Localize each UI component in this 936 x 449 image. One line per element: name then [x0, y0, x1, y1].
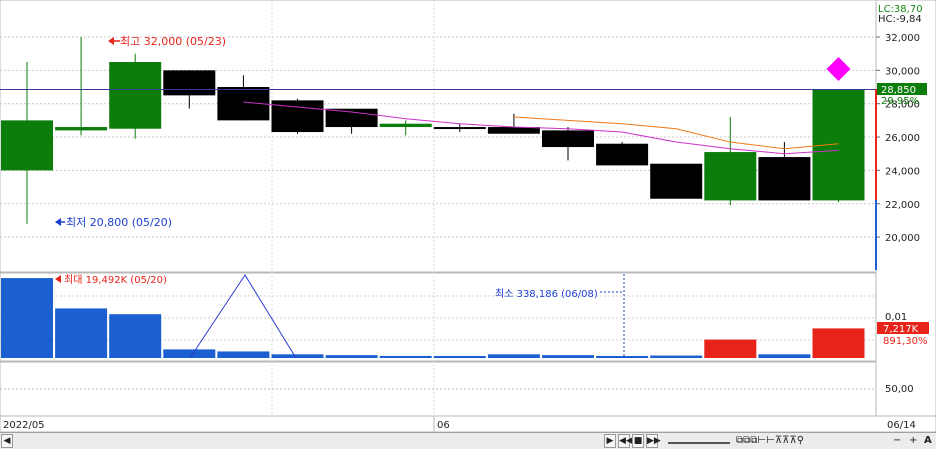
stock-chart: 32,00030,00028,00026,00024,00022,00020,0…	[0, 0, 936, 433]
volume-bar	[596, 356, 649, 358]
chart-tools-icon[interactable]: ⧉⧉⧉⊢⊢⊼⊼⊼⚲	[736, 434, 804, 448]
date-start: 2022/05	[3, 420, 45, 431]
current-price: 28,850	[881, 85, 916, 96]
zoom-in-icon[interactable]: +	[909, 434, 917, 448]
volume-bar	[1, 278, 53, 358]
volume-bar	[55, 308, 108, 358]
volume-bar	[758, 354, 811, 358]
date-end: 06/14	[887, 420, 916, 431]
font-size-icon[interactable]: A	[924, 434, 932, 448]
volume-bar	[704, 339, 757, 358]
zoom-out-icon[interactable]: −	[893, 434, 901, 448]
candle-body	[55, 127, 108, 131]
candle-body	[650, 163, 703, 199]
candle-body	[379, 123, 432, 128]
current-volume: 7,217K	[883, 324, 919, 335]
volume-bar	[379, 355, 432, 358]
current-pct: 29,95%	[881, 96, 919, 107]
vol-min-label: 최소 338,186 (06/08)	[495, 288, 598, 300]
zoom-slider[interactable]	[668, 434, 730, 444]
price-tick-label: 26,000	[885, 133, 920, 144]
volume-bar	[542, 355, 594, 358]
candle-body	[758, 157, 811, 201]
candle-body	[433, 127, 486, 130]
scroll-right-icon[interactable]: ▶	[604, 434, 616, 448]
volume-bar	[163, 349, 216, 358]
vol-max-label: 최대 19,492K (05/20)	[64, 274, 167, 286]
volume-max-annotation: 최대 19,492K (05/20)	[55, 274, 167, 286]
volume-bar	[271, 354, 324, 358]
candle-body	[704, 152, 757, 201]
volume-bar	[433, 356, 486, 358]
low-annotation: 최저 20,800 (05/20)	[55, 216, 172, 229]
volume-bar	[812, 328, 865, 358]
high-label: 최고 32,000 (05/23)	[120, 35, 226, 48]
high-annotation: 최고 32,000 (05/23)	[108, 35, 226, 48]
candle-body	[1, 120, 53, 171]
candle-body	[109, 62, 162, 129]
low-label: 최저 20,800 (05/20)	[66, 216, 172, 229]
candle-body	[325, 108, 378, 128]
volume-bar	[487, 354, 540, 358]
date-axis	[0, 415, 936, 433]
scroll-left-button[interactable]: ◀	[1, 434, 13, 448]
price-tick-label: 30,000	[885, 66, 920, 77]
volume-bar	[217, 351, 270, 358]
bottom-axis-tick: 50,00	[885, 384, 914, 395]
volume-bar	[109, 314, 162, 358]
rewind-icon[interactable]: ◀◀	[618, 434, 633, 448]
stop-icon[interactable]: ■	[632, 434, 644, 448]
candle-body	[542, 130, 594, 148]
volume-bar	[650, 355, 703, 358]
candle-body	[596, 143, 649, 166]
price-tick-label: 22,000	[885, 200, 920, 211]
hc-label: HC:-9,84	[878, 14, 922, 25]
price-tick-label: 32,000	[885, 33, 920, 44]
price-tick-label: 24,000	[885, 166, 920, 177]
volume-bar	[325, 355, 378, 358]
date-mid: 06	[437, 420, 450, 431]
chart-scrollbar-toolbar: ◀ ▶ ◀◀ ■ ▶▶ ⧉⧉⧉⊢⊢⊼⊼⊼⚲ − + A	[0, 432, 936, 449]
candle-body	[163, 70, 216, 96]
vol-axis-tick: 0,01	[885, 312, 907, 323]
price-tick-label: 20,000	[885, 233, 920, 244]
current-volume-pct: 891,30%	[883, 336, 928, 347]
fast-forward-icon[interactable]: ▶▶	[646, 434, 661, 448]
